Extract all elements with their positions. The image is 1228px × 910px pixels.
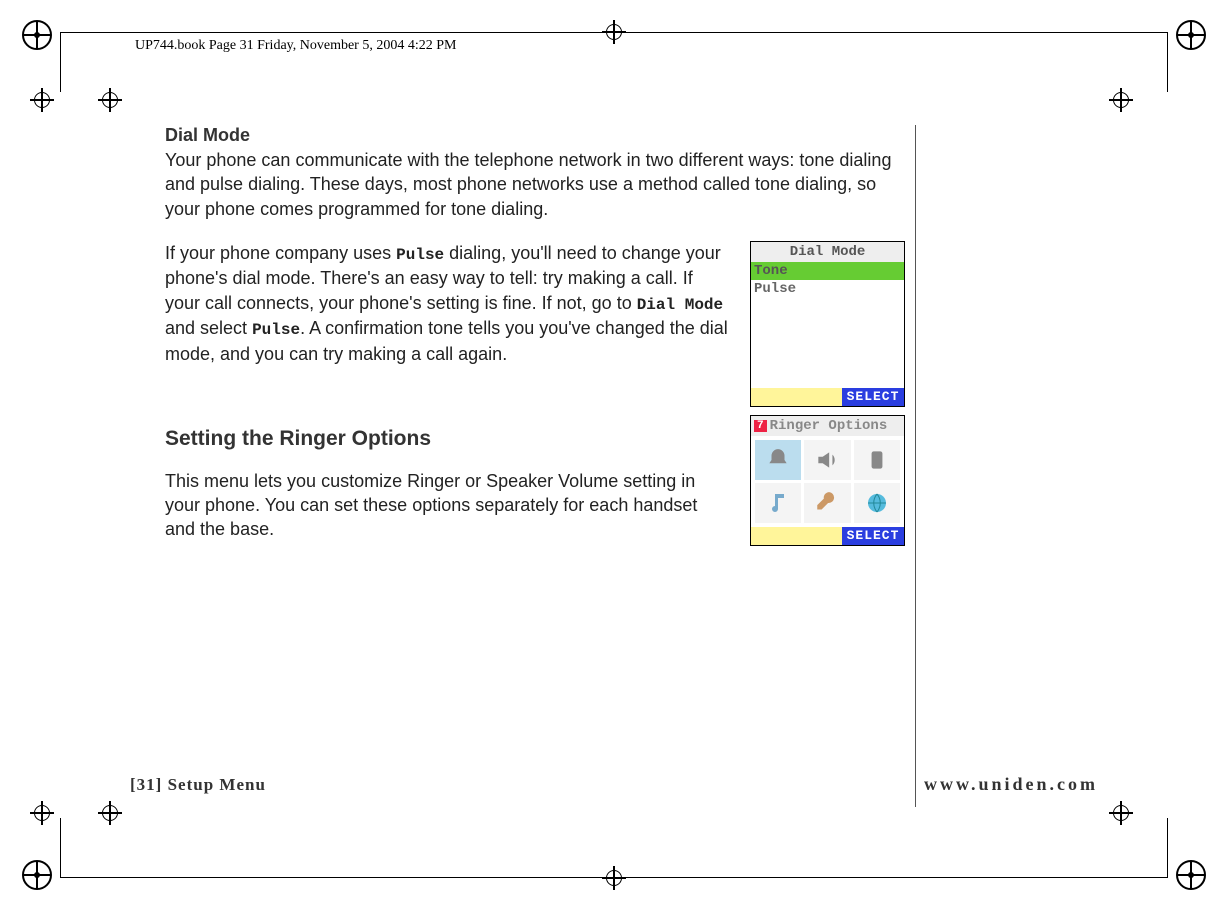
crop-line	[60, 818, 61, 878]
column-text: Setting the Ringer Options This menu let…	[165, 407, 732, 562]
screen-title: Ringer Options	[770, 418, 888, 434]
screen-option-tone: Tone	[751, 262, 904, 280]
crosshair-icon	[30, 801, 54, 825]
screen-menu-number: 7	[754, 420, 767, 432]
osd-code: Pulse	[396, 246, 444, 264]
screen-option-pulse: Pulse	[751, 280, 904, 298]
osd-code: Dial Mode	[637, 296, 723, 314]
screen-soft-select: SELECT	[842, 388, 904, 406]
globe-icon	[854, 483, 900, 523]
registration-mark-icon	[22, 20, 52, 50]
page-number: [31]	[130, 775, 162, 794]
screen-title: Dial Mode	[751, 242, 904, 262]
paragraph: Your phone can communicate with the tele…	[165, 148, 905, 221]
paragraph: If your phone company uses Pulse dialing…	[165, 241, 732, 366]
crop-line	[60, 32, 61, 92]
text: If your phone company uses	[165, 243, 396, 263]
crosshair-icon	[1109, 801, 1133, 825]
crosshair-icon	[98, 88, 122, 112]
website-url: www.uniden.com	[924, 774, 1098, 795]
crosshair-icon	[98, 801, 122, 825]
section-name: Setup Menu	[162, 775, 266, 794]
registration-mark-icon	[22, 860, 52, 890]
crosshair-icon	[602, 866, 626, 890]
screen-soft-select: SELECT	[842, 527, 904, 545]
registration-mark-icon	[1176, 860, 1206, 890]
crosshair-icon	[30, 88, 54, 112]
crosshair-icon	[602, 20, 626, 44]
heading-ringer-options: Setting the Ringer Options	[165, 427, 732, 451]
crop-line	[1167, 818, 1168, 878]
speaker-icon	[804, 440, 850, 480]
note-icon	[755, 483, 801, 523]
page-footer: [31] Setup Menu www.uniden.com	[130, 774, 1098, 795]
screen-soft-left	[751, 388, 842, 406]
paragraph: This menu lets you customize Ringer or S…	[165, 469, 732, 542]
registration-mark-icon	[1176, 20, 1206, 50]
crop-line	[1167, 32, 1168, 92]
phone-screen-dial-mode: Dial Mode Tone Pulse SELECT	[750, 241, 905, 407]
phone-screen-ringer-options: 7 Ringer Options	[750, 415, 905, 546]
osd-code: Pulse	[252, 321, 300, 339]
screen-soft-left	[751, 527, 842, 545]
screen-body	[751, 298, 904, 388]
text: and select	[165, 318, 252, 338]
screen-icon-grid	[751, 436, 904, 527]
ringer-icon	[755, 440, 801, 480]
heading-dial-mode: Dial Mode	[165, 125, 905, 146]
crosshair-icon	[1109, 88, 1133, 112]
vertical-rule	[915, 125, 916, 807]
vibrate-icon	[854, 440, 900, 480]
page-content: Dial Mode Your phone can communicate wit…	[165, 125, 905, 562]
page-meta-header: UP744.book Page 31 Friday, November 5, 2…	[135, 38, 456, 54]
key-icon	[804, 483, 850, 523]
